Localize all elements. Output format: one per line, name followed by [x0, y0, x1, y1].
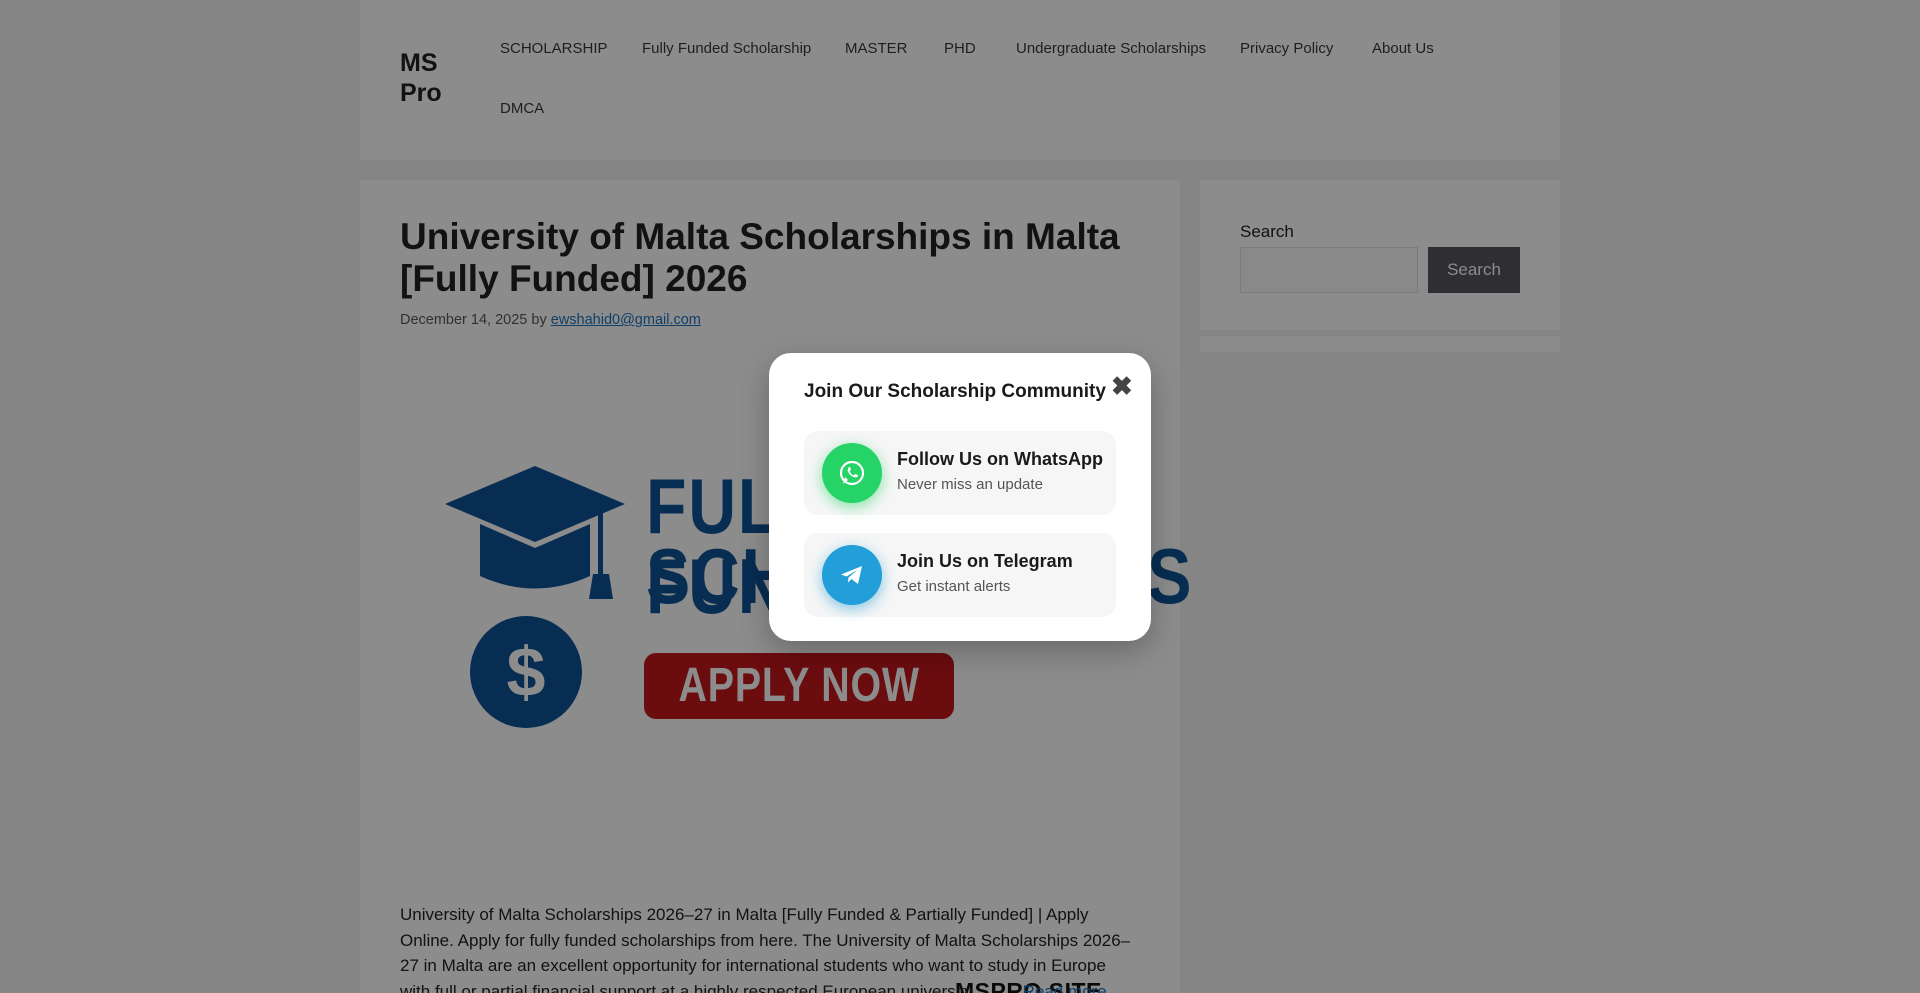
telegram-join-button[interactable]: Join Us on Telegram Get instant alerts: [804, 533, 1116, 617]
whatsapp-option-subtitle: Never miss an update: [897, 476, 1043, 493]
telegram-icon: [822, 545, 882, 605]
community-modal: Join Our Scholarship Community ✖ Follow …: [769, 353, 1151, 641]
whatsapp-follow-button[interactable]: Follow Us on WhatsApp Never miss an upda…: [804, 431, 1116, 515]
whatsapp-icon: [822, 443, 882, 503]
modal-title: Join Our Scholarship Community: [804, 381, 1106, 403]
telegram-option-title: Join Us on Telegram: [897, 551, 1073, 571]
modal-title-text: Join Our Scholarship Community: [804, 381, 1106, 402]
telegram-option-subtitle: Get instant alerts: [897, 578, 1011, 595]
whatsapp-option-title: Follow Us on WhatsApp: [897, 449, 1103, 469]
close-button[interactable]: ✖: [1111, 373, 1133, 399]
